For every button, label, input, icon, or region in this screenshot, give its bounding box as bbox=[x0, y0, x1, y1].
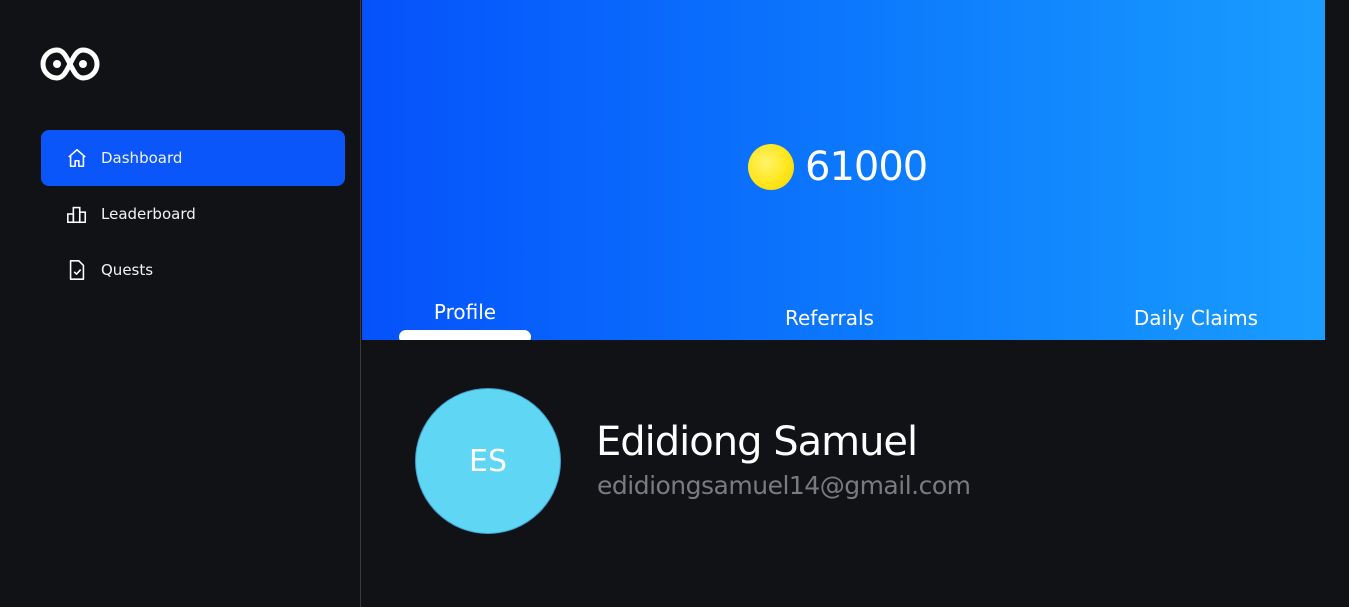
balance-banner: 61000 Profile Referrals Daily Claims bbox=[362, 0, 1325, 340]
sidebar-item-label: Leaderboard bbox=[101, 205, 196, 223]
sidebar-item-dashboard[interactable]: Dashboard bbox=[41, 130, 345, 186]
balance-value: 61000 bbox=[805, 144, 928, 190]
bar-chart-icon bbox=[65, 202, 89, 226]
sidebar-nav: Dashboard Leaderboard Quests bbox=[41, 130, 345, 298]
sidebar-item-label: Dashboard bbox=[101, 149, 183, 167]
avatar-initials: ES bbox=[469, 443, 507, 479]
tab-daily-claims[interactable]: Daily Claims bbox=[1126, 306, 1266, 330]
profile-email: edidiongsamuel14@gmail.com bbox=[597, 471, 971, 500]
profile-name: Edidiong Samuel bbox=[596, 419, 918, 465]
home-icon bbox=[65, 146, 89, 170]
checklist-document-icon bbox=[65, 258, 89, 282]
infinity-logo-icon[interactable] bbox=[40, 46, 100, 82]
sidebar-item-leaderboard[interactable]: Leaderboard bbox=[41, 186, 345, 242]
app-root: Dashboard Leaderboard Quests 61000 Profi… bbox=[0, 0, 1349, 607]
avatar: ES bbox=[415, 388, 561, 534]
tab-referrals[interactable]: Referrals bbox=[762, 306, 897, 330]
sidebar-item-quests[interactable]: Quests bbox=[41, 242, 345, 298]
coin-icon bbox=[748, 144, 794, 190]
tab-profile[interactable]: Profile bbox=[399, 300, 531, 324]
sidebar-item-label: Quests bbox=[101, 261, 154, 279]
balance-display: 61000 bbox=[748, 144, 928, 190]
active-tab-indicator bbox=[399, 330, 531, 340]
sidebar: Dashboard Leaderboard Quests bbox=[0, 0, 361, 607]
